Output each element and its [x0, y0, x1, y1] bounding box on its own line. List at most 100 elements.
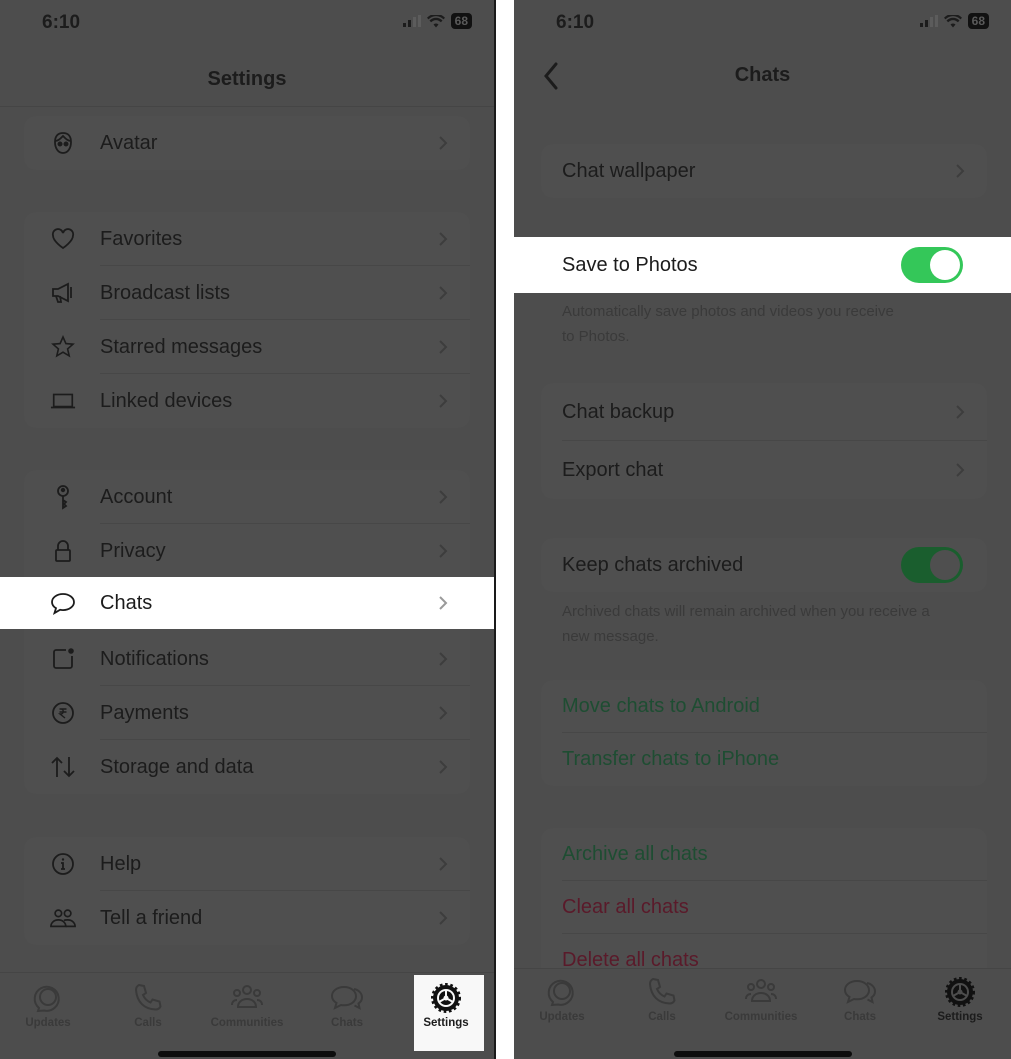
chat-wallpaper-item[interactable]: Chat wallpaper — [541, 144, 987, 198]
settings-item-label: Tell a friend — [100, 906, 203, 929]
chevron-right-icon — [956, 405, 965, 419]
settings-group-avatar: Avatar — [24, 116, 470, 170]
signal-icon — [402, 15, 421, 27]
clear-all-chats-link[interactable]: Clear all chats — [541, 881, 987, 934]
tab-label: Settings — [937, 1011, 983, 1023]
chevron-right-icon — [439, 652, 448, 666]
settings-screen: 6:10 68 Settings Avatar Favorites Broadc… — [0, 0, 496, 1059]
chevron-right-icon — [439, 340, 448, 354]
tab-bar: Updates Calls Communities Chats Settings — [0, 972, 494, 1059]
page-title: Settings — [207, 68, 287, 90]
settings-item-label: Chats — [100, 591, 153, 614]
tab-chats[interactable]: Chats — [307, 981, 387, 1029]
settings-item-broadcast-lists[interactable]: Broadcast lists — [24, 266, 470, 320]
chevron-right-icon — [439, 286, 448, 300]
tab-label: Calls — [134, 1017, 162, 1029]
laptop-icon — [50, 388, 76, 414]
chevron-right-icon — [439, 857, 448, 871]
tab-label: Settings — [423, 1017, 469, 1029]
tab-label: Chats — [844, 1011, 876, 1023]
transfer-chats-iphone-link[interactable]: Transfer chats to iPhone — [541, 733, 987, 786]
avatar-icon — [50, 130, 76, 156]
signal-icon — [919, 15, 938, 27]
status-bar: 6:10 68 — [0, 0, 494, 44]
tab-settings[interactable]: Settings — [406, 981, 486, 1029]
tab-communities[interactable]: Communities — [207, 981, 287, 1029]
tab-bar: Updates Calls Communities Chats Settings — [514, 968, 1011, 1059]
settings-item-linked-devices[interactable]: Linked devices — [24, 374, 470, 428]
tab-label: Communities — [724, 1011, 798, 1023]
chevron-right-icon — [956, 463, 965, 477]
item-label: Clear all chats — [562, 896, 689, 918]
arrows-updown-icon — [50, 754, 76, 780]
save-to-photos-row: Save to Photos — [541, 239, 987, 291]
settings-item-label: Storage and data — [100, 755, 254, 778]
wifi-icon — [426, 14, 445, 27]
item-label: Chat backup — [562, 400, 675, 423]
updates-icon — [547, 979, 574, 1007]
chevron-right-icon — [439, 544, 448, 558]
tab-calls[interactable]: Calls — [622, 975, 702, 1023]
item-label: Export chat — [562, 458, 664, 481]
item-label: Archive all chats — [562, 843, 708, 865]
keep-archived-toggle[interactable] — [901, 547, 963, 583]
item-label: Transfer chats to iPhone — [562, 748, 780, 770]
settings-item-chats[interactable]: Chats — [24, 577, 470, 629]
settings-item-favorites[interactable]: Favorites — [24, 212, 470, 266]
settings-item-label: Favorites — [100, 227, 183, 250]
settings-item-tell-a-friend[interactable]: Tell a friend — [24, 891, 470, 945]
settings-item-notifications[interactable]: Notifications — [24, 632, 470, 686]
communities-icon — [745, 979, 777, 1002]
settings-item-account[interactable]: Account — [24, 470, 470, 524]
settings-item-storage-and-data[interactable]: Storage and data — [24, 740, 470, 794]
tab-label: Communities — [210, 1017, 284, 1029]
chat-backup-item[interactable]: Chat backup — [541, 383, 987, 441]
communities-icon — [231, 985, 263, 1008]
settings-item-label: Notifications — [100, 647, 209, 670]
tab-label: Updates — [539, 1011, 585, 1023]
settings-gear-icon — [945, 977, 975, 1007]
item-label: Chat wallpaper — [562, 159, 696, 182]
settings-item-label: Help — [100, 852, 142, 875]
settings-item-payments[interactable]: Payments — [24, 686, 470, 740]
chevron-right-icon — [439, 706, 448, 720]
info-icon — [50, 851, 76, 877]
save-to-photos-footnote: Automatically save photos and videos you… — [562, 303, 894, 345]
settings-item-starred-messages[interactable]: Starred messages — [24, 320, 470, 374]
battery-indicator: 68 — [450, 13, 472, 29]
settings-item-privacy[interactable]: Privacy — [24, 524, 470, 578]
status-bar: 6:10 68 — [514, 0, 1011, 44]
chevron-right-icon — [439, 596, 448, 610]
save-to-photos-toggle[interactable] — [901, 247, 963, 283]
chat-bubble-icon — [50, 590, 76, 616]
keep-archived-footnote: Archived chats will remain archived when… — [562, 603, 930, 645]
heart-icon — [50, 226, 76, 252]
keep-archived-group: Keep chats archived — [541, 538, 987, 592]
archive-all-chats-link[interactable]: Archive all chats — [541, 828, 987, 881]
chevron-right-icon — [439, 490, 448, 504]
item-label: Save to Photos — [562, 253, 698, 276]
notification-icon — [50, 646, 76, 672]
settings-item-label: Starred messages — [100, 335, 263, 358]
star-icon — [50, 334, 76, 360]
tab-label: Calls — [648, 1011, 676, 1023]
settings-item-help[interactable]: Help — [24, 837, 470, 891]
nav-divider — [0, 106, 494, 107]
export-chat-item[interactable]: Export chat — [541, 441, 987, 499]
wifi-icon — [943, 14, 962, 27]
tab-updates[interactable]: Updates — [522, 975, 602, 1023]
settings-group-account: Account Privacy Notifications Payments S… — [24, 470, 470, 794]
bulk-actions-group: Archive all chats Clear all chats Delete… — [541, 828, 987, 988]
settings-item-label: Avatar — [100, 131, 158, 154]
settings-item-avatar[interactable]: Avatar — [24, 116, 470, 170]
chevron-right-icon — [956, 164, 965, 178]
tab-communities[interactable]: Communities — [721, 975, 801, 1023]
chevron-right-icon — [439, 232, 448, 246]
tab-updates[interactable]: Updates — [8, 981, 88, 1029]
status-time: 6:10 — [556, 12, 595, 33]
tab-chats[interactable]: Chats — [820, 975, 900, 1023]
move-chats-android-link[interactable]: Move chats to Android — [541, 680, 987, 733]
tab-label: Chats — [331, 1017, 363, 1029]
tab-settings[interactable]: Settings — [920, 975, 1000, 1023]
tab-calls[interactable]: Calls — [108, 981, 188, 1029]
